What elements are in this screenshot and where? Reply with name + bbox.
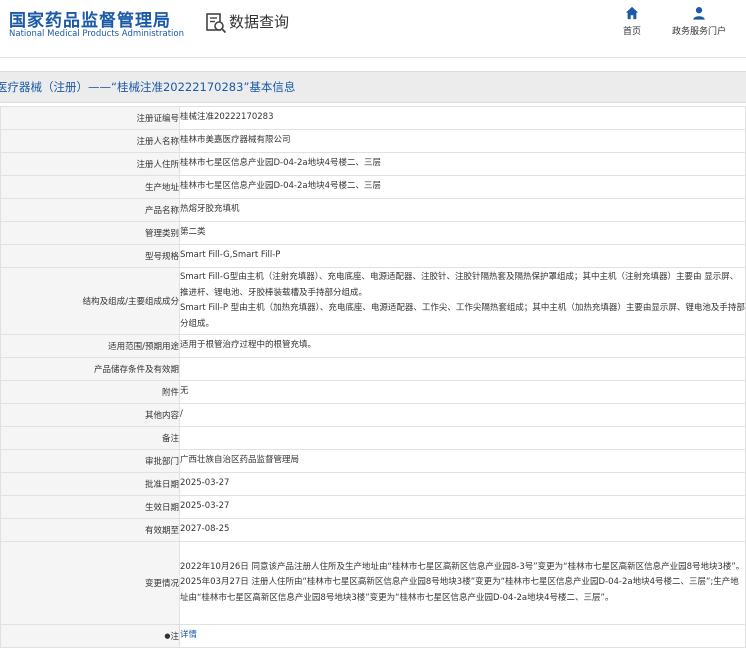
field-value	[179, 357, 746, 381]
note-value: 详情	[179, 624, 746, 648]
table-row: 产品储存条件及有效期	[0, 357, 746, 381]
field-label: 变更情况	[0, 541, 180, 625]
data-query-label: 数据查询	[229, 13, 290, 31]
field-label: 注册证编号	[0, 106, 180, 130]
table-row: 生效日期 2025-03-27	[0, 495, 746, 519]
note-label: ●注	[0, 624, 180, 648]
table-row: 型号规格 Smart Fill-G,Smart Fill-P	[0, 244, 746, 268]
field-label: 附件	[0, 380, 180, 404]
table-row: 附件无	[0, 380, 746, 404]
home-icon	[625, 6, 639, 20]
table-row: 批准日期 2025-03-27	[0, 472, 746, 496]
note-row: ●注 详情	[0, 624, 746, 648]
table-row: 管理类别 第二类	[0, 221, 746, 245]
field-value: 桂林市七星区信息产业园D-04-2a地块4号楼二、三层	[179, 175, 746, 199]
table-row: 适用范围/预期用途 适用于根管治疗过程中的根管充填。	[0, 334, 746, 358]
field-value: 2027-08-25	[179, 518, 746, 542]
note-label-text: 注	[170, 632, 179, 642]
field-label: 产品名称	[0, 198, 180, 222]
field-value: /	[179, 403, 746, 427]
table-row: 结构及组成/主要组成成分 Smart Fill-G型由主机（注射充填器）、充电底座…	[0, 267, 746, 335]
table-row: 生产地址 桂林市七星区信息产业园D-04-2a地块4号楼二、三层	[0, 175, 746, 199]
table-row: 变更情况 2022年10月26日 同意该产品注册人住所及生产地址由“桂林市七星区高…	[0, 541, 746, 625]
details-link[interactable]: 详情	[180, 630, 197, 640]
site-logo-subtitle: National Medical Products Administration	[9, 29, 184, 39]
field-value: Smart Fill-G,Smart Fill-P	[179, 244, 746, 268]
site-logo-title[interactable]: 国家药品监督管理局	[9, 6, 171, 31]
field-label: 审批部门	[0, 449, 180, 473]
field-value: 热熔牙胶充填机	[179, 198, 746, 222]
user-icon	[693, 7, 705, 20]
field-value: 无	[179, 380, 746, 404]
field-label: 备注	[0, 426, 180, 450]
field-label: 其他内容	[0, 403, 180, 427]
field-value: 桂林市七星区信息产业园D-04-2a地块4号楼二、三层	[179, 152, 746, 176]
field-label: 有效期至	[0, 518, 180, 542]
nav-home-label: 首页	[622, 27, 641, 37]
site-header: 国家药品监督管理局 National Medical Products Admi…	[0, 0, 746, 58]
field-label: 产品储存条件及有效期	[0, 357, 180, 381]
nav-gov-services-label: 政务服务门户	[671, 27, 726, 37]
field-value: Smart Fill-G型由主机（注射充填器）、充电底座、电源适配器、注胶针、注…	[179, 267, 746, 335]
field-label: 生效日期	[0, 495, 180, 519]
field-label: 结构及组成/主要组成成分	[0, 267, 180, 335]
document-search-icon	[206, 13, 227, 34]
registration-info-table: 注册证编号 桂械注准20222170283 注册人名称 桂林市美嘉医疗器械有限公司 …	[0, 106, 746, 648]
field-label: 注册人名称	[0, 129, 180, 153]
field-value: 桂械注准20222170283	[179, 106, 746, 130]
field-label: 型号规格	[0, 244, 180, 268]
field-value	[179, 426, 746, 450]
field-label: 生产地址	[0, 175, 180, 199]
nav-gov-services[interactable]: 政务服务门户	[668, 6, 730, 37]
page-title: 医疗器械（注册）——“桂械注准20222170283”基本信息	[0, 80, 296, 94]
field-value: 适用于根管治疗过程中的根管充填。	[179, 334, 746, 358]
table-row: 注册人名称 桂林市美嘉医疗器械有限公司	[0, 129, 746, 153]
field-value: 2025-03-27	[179, 472, 746, 496]
table-row: 注册人住所 桂林市七星区信息产业园D-04-2a地块4号楼二、三层	[0, 152, 746, 176]
table-row: 产品名称 热熔牙胶充填机	[0, 198, 746, 222]
field-value: 桂林市美嘉医疗器械有限公司	[179, 129, 746, 153]
field-value: 广西壮族自治区药品监督管理局	[179, 449, 746, 473]
header-divider	[0, 57, 746, 58]
nav-home[interactable]: 首页	[618, 6, 646, 37]
field-label: 注册人住所	[0, 152, 180, 176]
field-value: 2022年10月26日 同意该产品注册人住所及生产地址由“桂林市七星区高新区信息…	[179, 541, 746, 625]
record-title-bar: 医疗器械（注册）——“桂械注准20222170283”基本信息	[0, 71, 746, 103]
table-row: 其他内容 /	[0, 403, 746, 427]
field-label: 适用范围/预期用途	[0, 334, 180, 358]
field-label: 管理类别	[0, 221, 180, 245]
table-row: 备注	[0, 426, 746, 450]
table-row: 注册证编号 桂械注准20222170283	[0, 106, 746, 130]
table-row: 有效期至 2027-08-25	[0, 518, 746, 542]
field-value: 2025-03-27	[179, 495, 746, 519]
field-label: 批准日期	[0, 472, 180, 496]
field-value: 第二类	[179, 221, 746, 245]
table-row: 审批部门 广西壮族自治区药品监督管理局	[0, 449, 746, 473]
